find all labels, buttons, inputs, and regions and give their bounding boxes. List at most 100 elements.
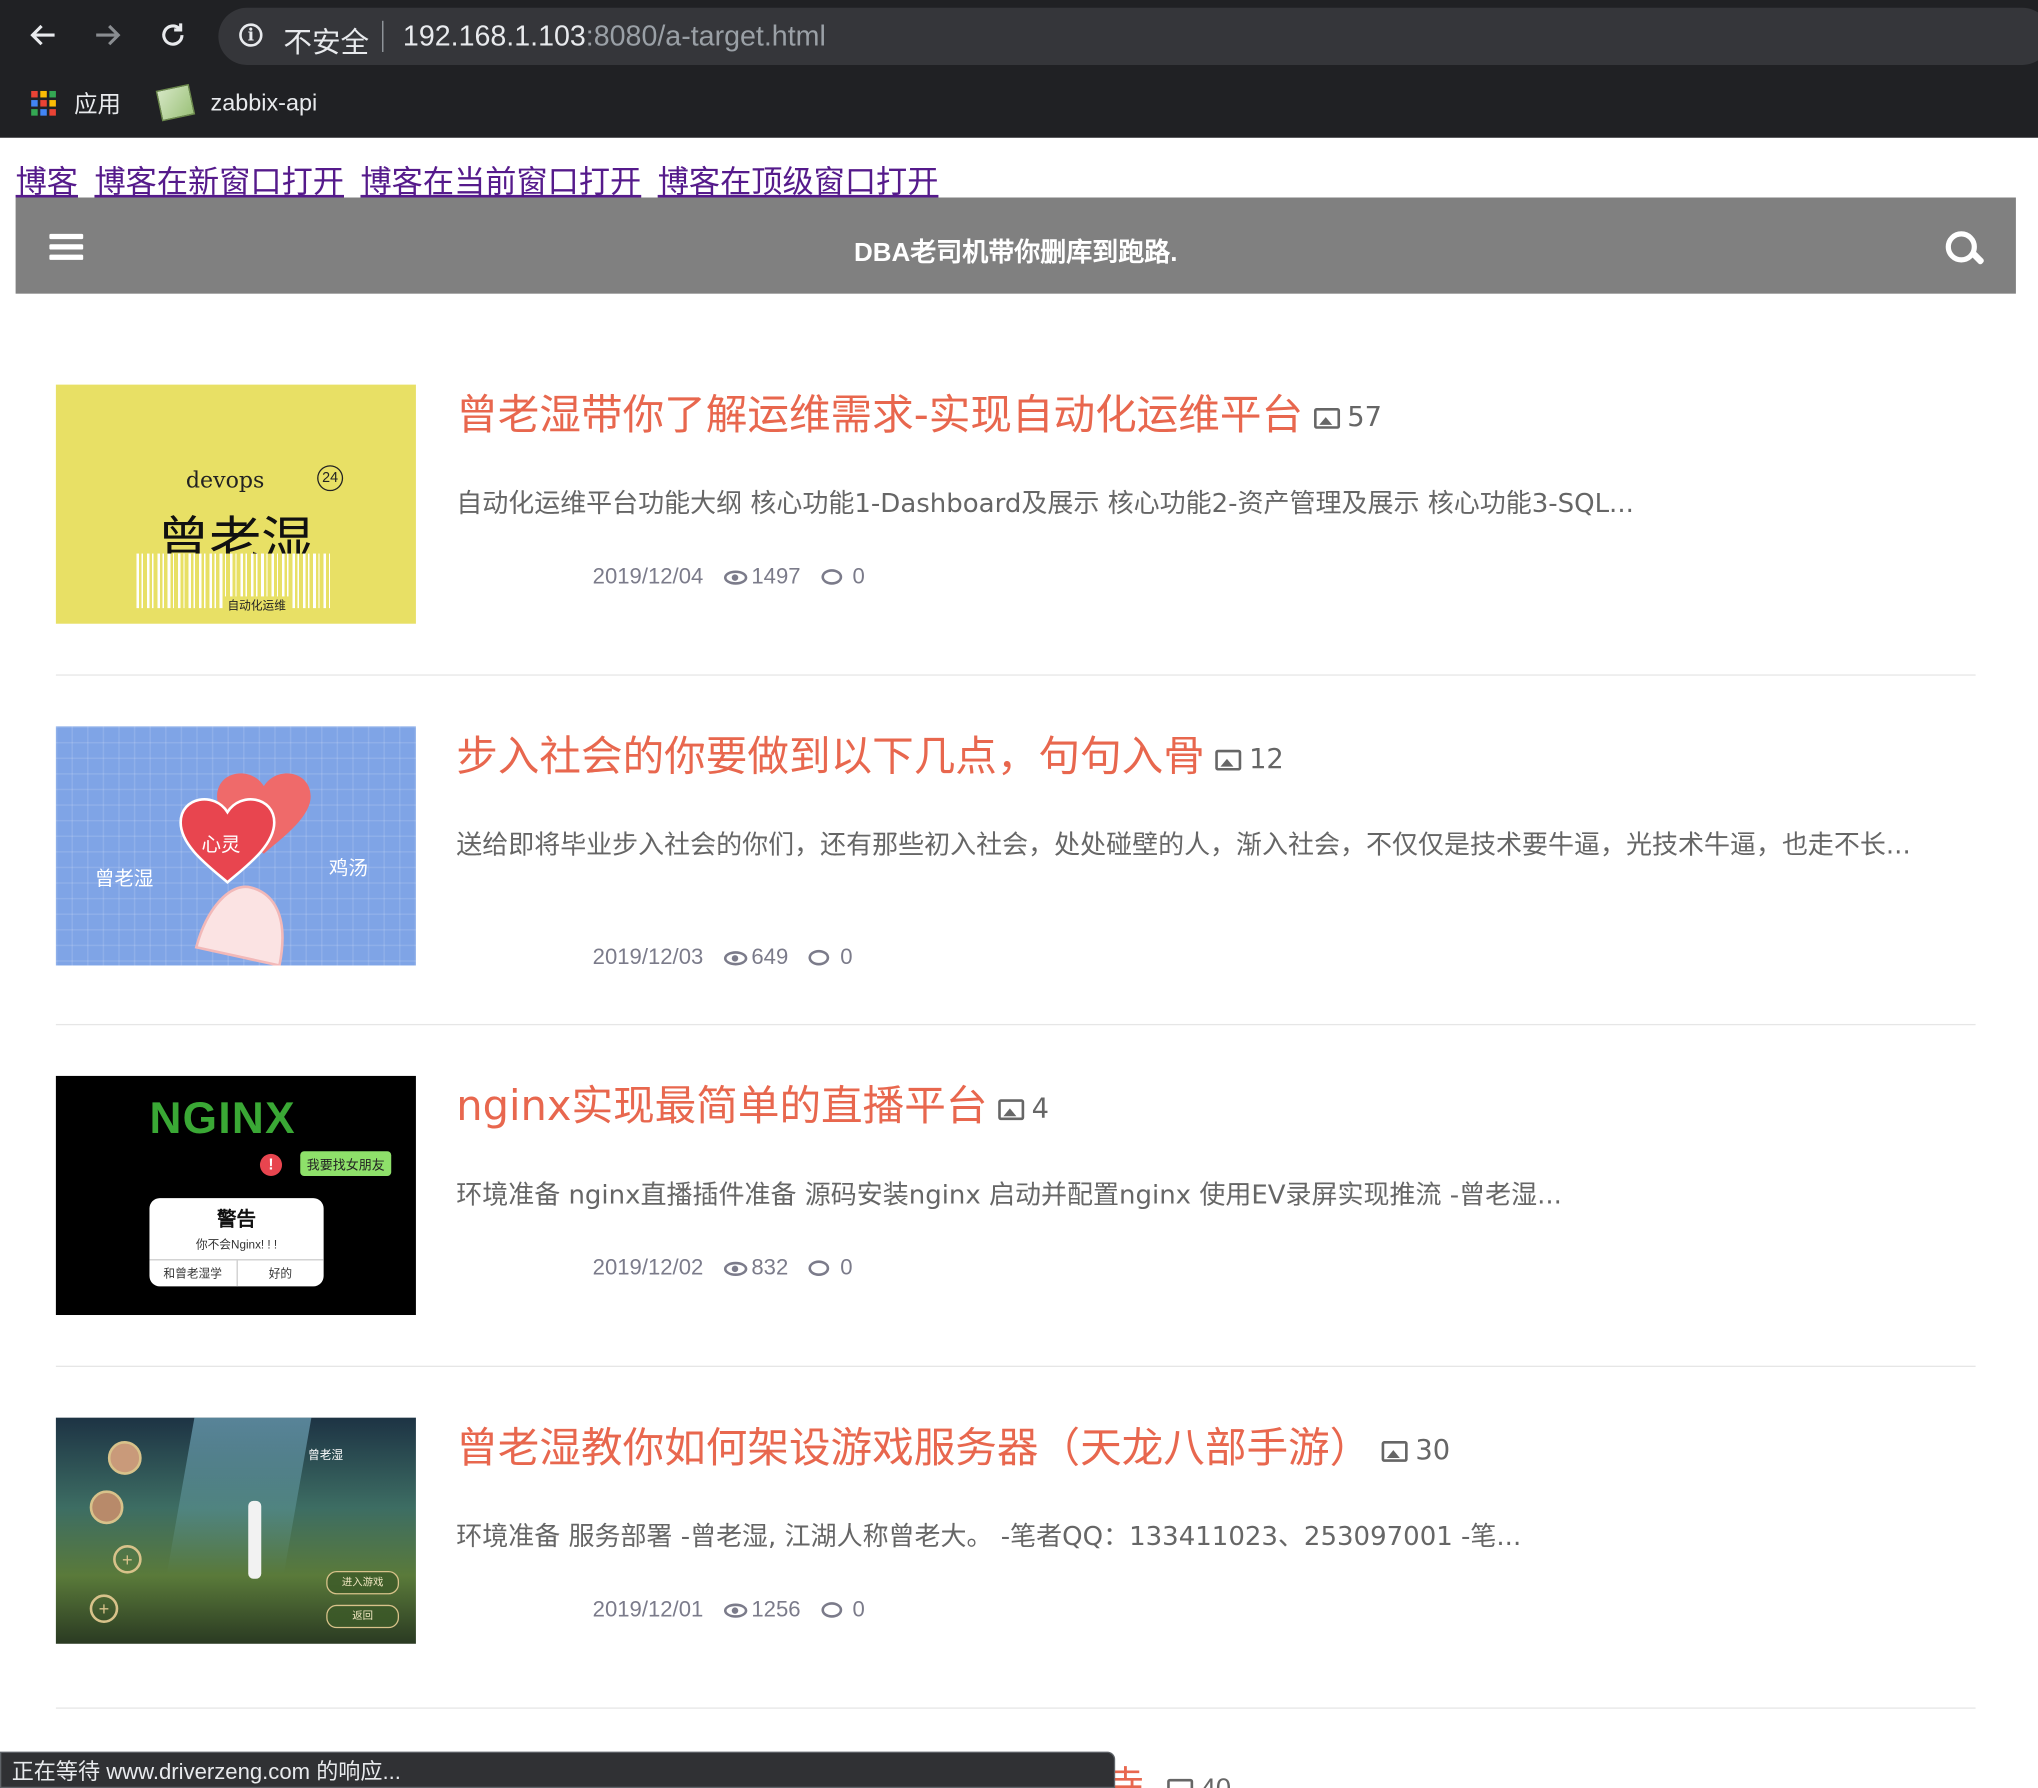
alert-dialog: 警告 你不会Nginx! ! ! 和曾老湿学 好的 [149, 1198, 324, 1287]
post-date: 2019/12/02 [592, 1255, 704, 1280]
url-rest: :8080/a-target.html [585, 19, 826, 52]
light-ray-graphic [166, 1417, 312, 1574]
eye-icon [724, 1261, 748, 1276]
post-meta: 2019/12/03 649 0 [593, 945, 853, 971]
post-excerpt: 自动化运维平台功能大纲 核心功能1-Dashboard及展示 核心功能2-资产管… [456, 487, 1634, 519]
comment-count: 0 [840, 1255, 853, 1280]
post-meta: 2019/12/04 1497 0 [593, 564, 865, 590]
post-divider [55, 674, 1976, 676]
comment-count: 0 [840, 944, 853, 970]
thumb-name-text: 曾老湿 [308, 1448, 344, 1462]
post-item: devops 24 曾老湿 自动化运维 曾老湿带你了解运维需求-实现自动化运维平… [55, 382, 1976, 624]
post-thumbnail[interactable]: 心灵 曾老湿 鸡汤 [55, 726, 416, 966]
reload-button[interactable] [151, 13, 195, 57]
image-count-value: 12 [1249, 743, 1284, 775]
omnibox-separator [382, 20, 384, 52]
image-count: 40 [1166, 1774, 1231, 1788]
bookmark-zabbix-api[interactable]: zabbix-api [155, 83, 317, 122]
comment-count: 0 [852, 563, 865, 589]
post-item: NGINX ! 我要找女朋友 警告 你不会Nginx! ! ! 和曾老湿学 好的… [55, 1073, 1976, 1316]
post-meta: 2019/12/02 832 0 [593, 1255, 853, 1281]
post-excerpt: 环境准备 nginx直播插件准备 源码安装nginx 启动并配置nginx 使用… [456, 1178, 1562, 1210]
url-text[interactable]: 192.168.1.103:8080/a-target.html [403, 19, 826, 53]
post-title-text: 曾老湿带你了解运维需求-实现自动化运维平台 [456, 389, 1304, 440]
comment-icon [821, 1602, 843, 1618]
arrow-right-icon [96, 24, 121, 46]
image-count-value: 57 [1347, 401, 1383, 433]
eye-icon [724, 1602, 748, 1618]
browser-status-bar: 正在等待 www.driverzeng.com 的响应... [0, 1751, 1116, 1788]
comment-icon [809, 1260, 830, 1277]
reload-icon [162, 23, 184, 46]
post-item: 心灵 曾老湿 鸡汤 步入社会的你要做到以下几点，句句入骨 12 送给即将毕业步入社… [55, 724, 1976, 969]
search-icon[interactable] [1945, 231, 1985, 267]
eye-icon [724, 569, 748, 585]
bookmarks-bar: 应用 zabbix-api [0, 70, 2038, 138]
post-divider [55, 1365, 1976, 1367]
thumb-left-text: 曾老湿 [94, 868, 154, 891]
alert-title: 警告 [217, 1208, 257, 1231]
post-item: + + 曾老湿 进入游戏 返回 曾老湿教你如何架设游戏服务器（天龙八部手游） 30… [55, 1415, 1976, 1644]
post-excerpt: 送给即将毕业步入社会的你们，还有那些初入社会，处处碰壁的人，渐入社会，不仅仅是技… [456, 829, 1911, 861]
url-host: 192.168.1.103 [402, 19, 586, 52]
partial-post-title[interactable]: 寺 40 [1107, 1757, 1231, 1788]
back-button[interactable] [21, 13, 65, 57]
address-bar[interactable]: i 不安全 192.168.1.103:8080/a-target.html [218, 7, 2038, 65]
avatar-icon [107, 1441, 142, 1475]
bookmark-apps-label: 应用 [74, 90, 121, 117]
arrow-left-icon [30, 24, 55, 46]
post-title[interactable]: 步入社会的你要做到以下几点，句句入骨 12 [456, 724, 1284, 784]
site-title[interactable]: DBA老司机带你删库到跑路. [16, 231, 2016, 269]
comment-icon [821, 569, 843, 585]
post-title-text: 曾老湿教你如何架设游戏服务器（天龙八部手游） [456, 1422, 1372, 1473]
view-count: 1256 [751, 1596, 801, 1622]
image-count-value: 4 [1031, 1092, 1050, 1124]
post-divider [55, 1023, 1976, 1026]
info-icon[interactable]: i [239, 23, 263, 47]
character-figure [248, 1500, 262, 1579]
link-blog-top-window[interactable]: 博客在顶级窗口打开 [658, 164, 939, 200]
image-count: 30 [1381, 1434, 1451, 1466]
post-title-text: nginx实现最简单的直播平台 [456, 1081, 988, 1131]
security-label[interactable]: 不安全 [283, 19, 369, 61]
thumb-right-text: 鸡汤 [328, 857, 368, 880]
alert-message: 你不会Nginx! ! ! [195, 1238, 278, 1252]
plus-icon: + [113, 1545, 142, 1574]
post-thumbnail[interactable]: devops 24 曾老湿 自动化运维 [55, 384, 416, 624]
bookmark-apps[interactable]: 应用 [31, 83, 121, 122]
avatar-icon [89, 1490, 124, 1525]
view-count: 832 [751, 1255, 789, 1280]
target-links: 博客 博客在新窗口打开 博客在当前窗口打开 博客在顶级窗口打开 [16, 156, 947, 201]
image-count: 4 [997, 1092, 1050, 1124]
post-thumbnail[interactable]: NGINX ! 我要找女朋友 警告 你不会Nginx! ! ! 和曾老湿学 好的 [55, 1075, 416, 1316]
comment-icon [809, 949, 830, 966]
image-count-value: 30 [1415, 1434, 1451, 1466]
alert-icon: ! [259, 1153, 283, 1176]
link-blog-new-window[interactable]: 博客在新窗口打开 [94, 164, 344, 200]
chat-bubble: 我要找女朋友 [300, 1151, 392, 1176]
link-blog[interactable]: 博客 [16, 164, 78, 200]
image-icon [997, 1099, 1024, 1121]
zabbix-bookmark-icon [155, 83, 196, 122]
post-thumbnail[interactable]: + + 曾老湿 进入游戏 返回 [55, 1417, 416, 1644]
post-title[interactable]: nginx实现最简单的直播平台 4 [456, 1073, 1049, 1133]
image-icon [1166, 1779, 1193, 1788]
post-date: 2019/12/01 [592, 1596, 704, 1622]
blog-header: DBA老司机带你删库到跑路. [15, 197, 2016, 294]
alert-left-button: 和曾老湿学 [149, 1260, 238, 1287]
view-count: 649 [751, 944, 789, 970]
image-icon [1215, 749, 1242, 771]
post-date: 2019/12/03 [592, 944, 704, 970]
thumb-devops-text: devops [185, 467, 265, 494]
link-blog-current-window[interactable]: 博客在当前窗口打开 [360, 164, 641, 200]
post-title[interactable]: 曾老湿教你如何架设游戏服务器（天龙八部手游） 30 [456, 1415, 1450, 1475]
forward-button[interactable] [86, 13, 130, 57]
image-icon [1381, 1441, 1408, 1462]
post-meta: 2019/12/01 1256 0 [593, 1597, 865, 1623]
apps-grid-icon [31, 90, 56, 115]
heart-text: 心灵 [201, 834, 241, 857]
image-icon [1313, 408, 1340, 429]
post-title[interactable]: 曾老湿带你了解运维需求-实现自动化运维平台 57 [456, 382, 1382, 442]
eye-icon [724, 950, 748, 965]
view-count: 1497 [751, 563, 801, 589]
